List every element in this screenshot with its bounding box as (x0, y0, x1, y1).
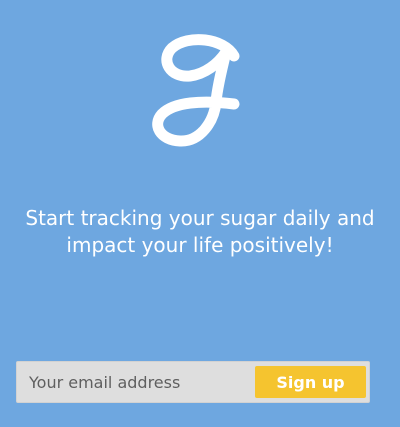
sign-up-button[interactable]: Sign up (255, 366, 366, 398)
signup-form: Sign up (16, 361, 370, 403)
script-g-logo-icon (150, 30, 250, 150)
tagline-line-2: impact your life positively! (66, 233, 334, 257)
tagline: Start tracking your sugar daily and impa… (0, 205, 400, 259)
email-input[interactable] (17, 362, 253, 402)
tagline-line-1: Start tracking your sugar daily and (25, 206, 375, 230)
